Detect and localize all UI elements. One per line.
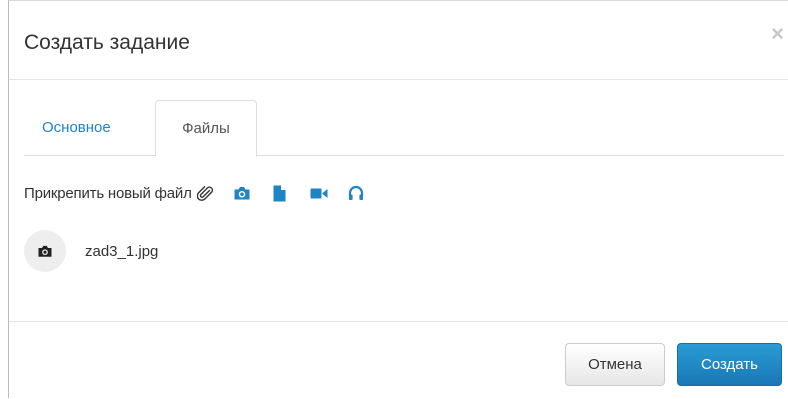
tab-bar: Основное Файлы — [24, 100, 784, 157]
dialog-title: Создать задание — [24, 31, 190, 54]
camera-icon[interactable] — [231, 182, 253, 204]
video-icon[interactable] — [308, 182, 330, 204]
create-button[interactable]: Создать — [677, 343, 782, 386]
camera-icon — [24, 230, 66, 272]
dialog-footer: Отмена Создать — [9, 321, 788, 399]
file-icon[interactable] — [269, 182, 291, 204]
paperclip-icon[interactable] — [195, 182, 217, 204]
file-name[interactable]: zad3_1.jpg — [85, 243, 158, 260]
attach-file-row: Прикрепить новый файл — [24, 181, 367, 205]
headphones-icon[interactable] — [345, 182, 367, 204]
attached-file-item: zad3_1.jpg — [24, 229, 158, 273]
cancel-button[interactable]: Отмена — [565, 343, 665, 386]
tab-basic[interactable]: Основное — [27, 100, 126, 156]
attach-label: Прикрепить новый файл — [24, 184, 192, 202]
tab-files[interactable]: Файлы — [155, 100, 257, 157]
create-task-dialog: Создать задание × Основное Файлы Прикреп… — [8, 0, 788, 398]
dialog-header: Создать задание × — [9, 1, 788, 80]
close-button[interactable]: × — [771, 23, 784, 45]
